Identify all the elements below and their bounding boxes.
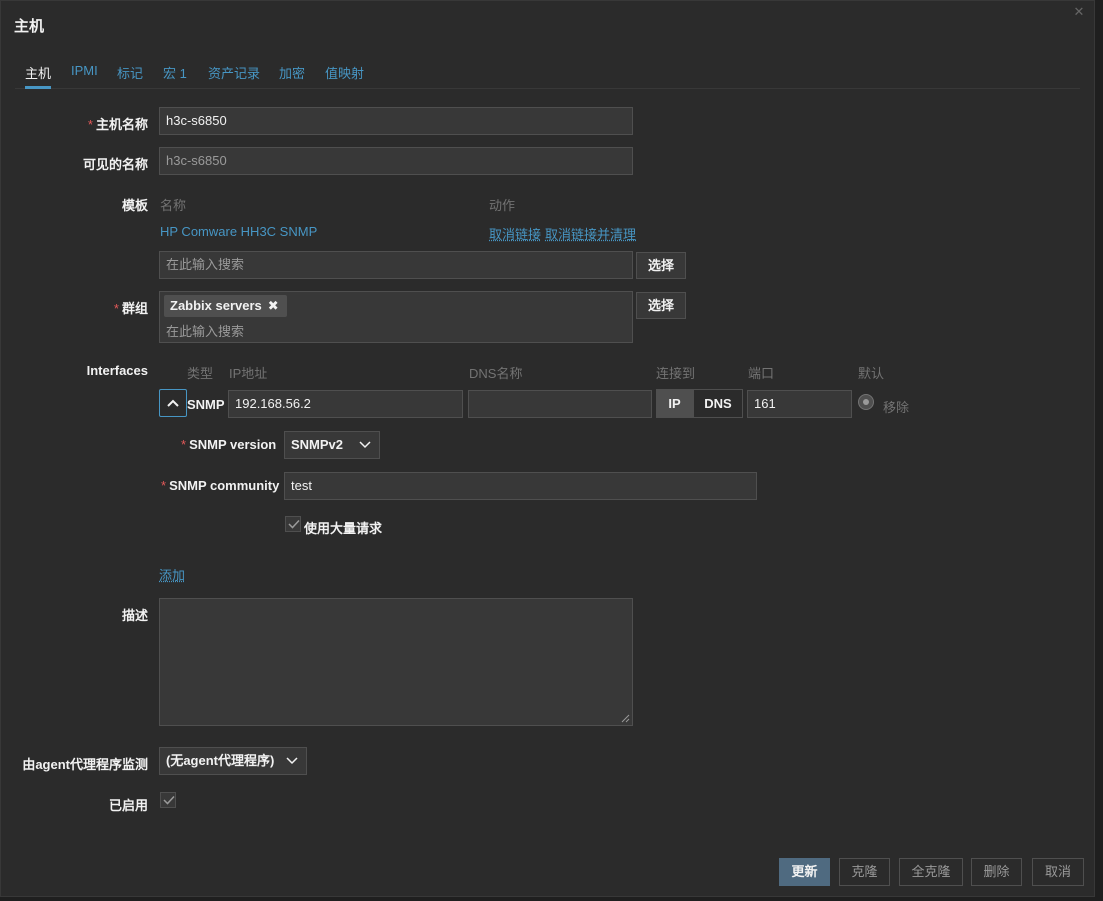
connect-ip-button[interactable]: IP: [656, 389, 693, 418]
iface-remove-link[interactable]: 移除: [883, 397, 909, 416]
templates-label: 模板: [121, 198, 148, 213]
visible-name-input[interactable]: h3c-s6850: [159, 147, 633, 175]
snmp-version-value: SNMPv2: [291, 437, 344, 452]
clone-button[interactable]: 克隆: [839, 858, 890, 886]
tab-host[interactable]: 主机: [25, 61, 52, 89]
chip-remove-icon[interactable]: ✖: [268, 298, 279, 313]
iface-default-radio[interactable]: [858, 394, 874, 410]
tab-ipmi[interactable]: IPMI: [71, 61, 98, 88]
tab-inventory[interactable]: 资产记录: [208, 61, 260, 88]
iface-col-type: 类型: [187, 366, 214, 381]
chevron-up-icon: [167, 399, 179, 407]
iface-col-default: 默认: [858, 366, 885, 381]
interfaces-label: Interfaces: [86, 363, 148, 378]
unlink-link[interactable]: 取消链接: [489, 224, 541, 243]
connect-dns-button[interactable]: DNS: [693, 389, 743, 418]
chevron-down-icon: [286, 757, 298, 765]
tab-encryption[interactable]: 加密: [279, 61, 305, 88]
template-search-input[interactable]: 在此输入搜索: [159, 251, 633, 279]
host-name-label: * 主机名称: [87, 117, 148, 132]
groups-label: * 群组: [113, 301, 148, 316]
snmp-version-label: * SNMP version: [181, 437, 277, 452]
host-name-input[interactable]: h3c-s6850: [159, 107, 633, 135]
cancel-button[interactable]: 取消: [1032, 858, 1084, 886]
host-dialog: 主机 ✕ 主机 IPMI 标记 宏 1 资产记录 加密 值映射 * 主机名称 h3…: [0, 0, 1095, 897]
template-link[interactable]: HP Comware HH3C SNMP: [160, 224, 317, 239]
templates-col-name: 名称: [160, 198, 187, 213]
iface-ip-input[interactable]: 192.168.56.2: [228, 390, 463, 418]
tab-value-mapping[interactable]: 值映射: [325, 61, 364, 88]
resize-handle-icon: [621, 714, 630, 723]
close-icon[interactable]: ✕: [1072, 5, 1086, 19]
iface-col-connect: 连接到: [656, 366, 696, 381]
tab-bar: 主机 IPMI 标记 宏 1 资产记录 加密 值映射: [15, 61, 1080, 89]
description-textarea[interactable]: [159, 598, 633, 726]
proxy-label: 由agent代理程序监测: [22, 757, 148, 772]
iface-type-label: SNMP: [187, 397, 225, 412]
enabled-checkbox[interactable]: [160, 792, 176, 808]
check-icon: [288, 519, 300, 529]
iface-collapse-button[interactable]: [159, 389, 187, 417]
bulk-label: 使用大量请求: [304, 521, 383, 536]
visible-name-label: 可见的名称: [82, 157, 148, 172]
bulk-checkbox[interactable]: [285, 516, 301, 532]
groups-search-placeholder[interactable]: 在此输入搜索: [166, 321, 244, 340]
templates-col-action: 动作: [489, 198, 516, 213]
update-button[interactable]: 更新: [779, 858, 830, 886]
dialog-title: 主机: [14, 18, 45, 35]
unlink-clear-link[interactable]: 取消链接并清理: [545, 224, 636, 243]
proxy-value: (无agent代理程序): [166, 753, 275, 768]
group-chip: Zabbix servers ✖: [164, 295, 287, 317]
snmp-version-select[interactable]: SNMPv2: [284, 431, 380, 459]
enabled-label: 已启用: [108, 798, 148, 813]
snmp-community-label: * SNMP community: [161, 478, 280, 493]
groups-select-button[interactable]: 选择: [636, 292, 686, 319]
iface-col-dns: DNS名称: [469, 366, 523, 381]
iface-col-ip: IP地址: [229, 366, 268, 381]
snmp-community-input[interactable]: test: [284, 472, 757, 500]
full-clone-button[interactable]: 全克隆: [899, 858, 963, 886]
iface-port-input[interactable]: 161: [747, 390, 852, 418]
description-label: 描述: [121, 608, 148, 623]
iface-col-port: 端口: [748, 366, 775, 381]
tab-macros[interactable]: 宏 1: [163, 61, 187, 88]
iface-dns-input[interactable]: [468, 390, 652, 418]
chevron-down-icon: [359, 441, 371, 449]
check-icon: [163, 795, 175, 805]
delete-button[interactable]: 删除: [971, 858, 1022, 886]
groups-multiselect[interactable]: Zabbix servers ✖ 在此输入搜索: [159, 291, 633, 343]
add-interface-link[interactable]: 添加: [159, 565, 185, 584]
proxy-select[interactable]: (无agent代理程序): [159, 747, 307, 775]
template-select-button[interactable]: 选择: [636, 252, 686, 279]
tab-tags[interactable]: 标记: [117, 61, 143, 88]
